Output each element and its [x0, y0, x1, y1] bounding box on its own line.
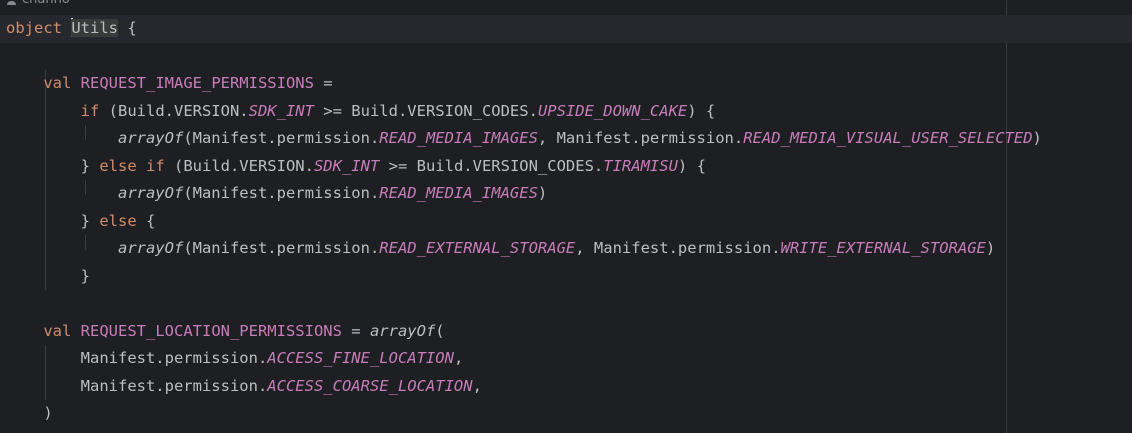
code-token: REQUEST_LOCATION_PERMISSIONS [80, 321, 342, 340]
code-token: } [6, 266, 90, 285]
code-token: ACCESS_FINE_LOCATION [267, 349, 454, 367]
code-token: Manifest.permission. [6, 376, 268, 395]
code-token: = [341, 321, 370, 340]
code-token: Utils [71, 19, 119, 37]
code-line[interactable]: object Utils { [0, 15, 1132, 43]
code-token: (Build.VERSION. [99, 101, 249, 120]
code-line-text: } else if (Build.VERSION.SDK_INT >= Buil… [6, 153, 706, 181]
code-line-text: object Utils { [6, 15, 137, 43]
code-line-text: arrayOf(Manifest.permission.READ_EXTERNA… [6, 235, 995, 263]
code-line[interactable]: } [0, 263, 1132, 291]
code-token: ) { [677, 156, 706, 175]
code-token: { [118, 19, 137, 37]
code-line-text: ) [6, 400, 53, 428]
code-token: READ_MEDIA_VISUAL_USER_SELECTED [743, 129, 1033, 147]
code-line[interactable]: } else { [0, 208, 1132, 236]
code-token: (Manifest.permission. [183, 184, 380, 202]
code-token: if [80, 101, 100, 120]
code-token: ) [1032, 129, 1042, 147]
code-token: else if [99, 156, 165, 175]
code-token: TIRAMISU [603, 156, 678, 175]
code-token: else [99, 211, 137, 230]
code-token: val [43, 74, 72, 92]
code-line[interactable] [0, 290, 1132, 318]
code-token: >= Build.VERSION_CODES. [313, 101, 538, 120]
code-line[interactable]: arrayOf(Manifest.permission.READ_MEDIA_I… [0, 125, 1132, 153]
code-author-name: channo [22, 0, 70, 7]
code-token: >= Build.VERSION_CODES. [379, 156, 604, 175]
code-line-text: Manifest.permission.ACCESS_FINE_LOCATION… [6, 345, 464, 373]
code-token: ) { [687, 101, 716, 120]
code-line-text: arrayOf(Manifest.permission.READ_MEDIA_I… [6, 125, 1042, 153]
code-token: ) [6, 404, 53, 422]
code-token: } [6, 156, 100, 175]
code-line[interactable]: Manifest.permission.ACCESS_FINE_LOCATION… [0, 345, 1132, 373]
code-line[interactable]: if (Build.VERSION.SDK_INT >= Build.VERSI… [0, 98, 1132, 126]
code-line[interactable]: Manifest.permission.ACCESS_COARSE_LOCATI… [0, 373, 1132, 401]
code-author-hint[interactable]: channo [6, 0, 70, 7]
code-token: (Manifest.permission. [183, 239, 380, 257]
code-token: , Manifest.permission. [537, 129, 744, 147]
code-token: arrayOf [117, 239, 184, 257]
person-icon [6, 0, 18, 6]
code-token: arrayOf [117, 184, 184, 202]
code-token: , [472, 376, 482, 395]
code-line[interactable] [0, 43, 1132, 71]
code-line-text: arrayOf(Manifest.permission.READ_MEDIA_I… [6, 180, 547, 208]
code-line-text: } else { [6, 208, 156, 236]
code-line-text: if (Build.VERSION.SDK_INT >= Build.VERSI… [6, 98, 716, 126]
code-line[interactable]: } else if (Build.VERSION.SDK_INT >= Buil… [0, 153, 1132, 181]
code-line[interactable]: arrayOf(Manifest.permission.READ_EXTERNA… [0, 235, 1132, 263]
code-token: SDK_INT [313, 156, 380, 175]
code-token: arrayOf [369, 321, 436, 340]
code-line-text: Manifest.permission.ACCESS_COARSE_LOCATI… [6, 373, 482, 401]
code-editor[interactable]: channo object Utils { val REQUEST_IMAGE_… [0, 0, 1132, 433]
code-line-text: val REQUEST_IMAGE_PERMISSIONS = [6, 70, 333, 98]
code-token: } [6, 211, 100, 230]
code-token: Manifest.permission. [6, 349, 268, 367]
code-token: = [313, 74, 333, 92]
code-token: , [453, 349, 464, 367]
code-token: object [6, 19, 62, 37]
code-token: REQUEST_IMAGE_PERMISSIONS [80, 74, 314, 92]
code-token: ) [537, 184, 548, 202]
code-token: READ_MEDIA_IMAGES [379, 184, 538, 202]
code-token: SDK_INT [248, 101, 314, 120]
code-token: WRITE_EXTERNAL_STORAGE [780, 239, 986, 257]
code-token: UPSIDE_DOWN_CAKE [537, 101, 688, 120]
code-token: , Manifest.permission. [575, 239, 781, 257]
code-token: READ_EXTERNAL_STORAGE [379, 239, 576, 257]
code-line-text: val REQUEST_LOCATION_PERMISSIONS = array… [6, 318, 445, 346]
code-token: { [136, 211, 156, 230]
code-line[interactable]: val REQUEST_LOCATION_PERMISSIONS = array… [0, 318, 1132, 346]
code-token: ( [435, 321, 445, 340]
code-line[interactable]: ) [0, 400, 1132, 428]
code-token: (Manifest.permission. [183, 129, 380, 147]
code-token: READ_MEDIA_IMAGES [379, 129, 538, 147]
code-token: ACCESS_COARSE_LOCATION [267, 376, 473, 395]
code-line[interactable]: arrayOf(Manifest.permission.READ_MEDIA_I… [0, 180, 1132, 208]
code-line-text: } [6, 263, 90, 291]
code-line[interactable]: val REQUEST_IMAGE_PERMISSIONS = [0, 70, 1132, 98]
code-token: (Build.VERSION. [164, 156, 314, 175]
code-token: arrayOf [117, 129, 184, 147]
code-token: val [43, 321, 72, 340]
code-token: ) [985, 239, 996, 257]
